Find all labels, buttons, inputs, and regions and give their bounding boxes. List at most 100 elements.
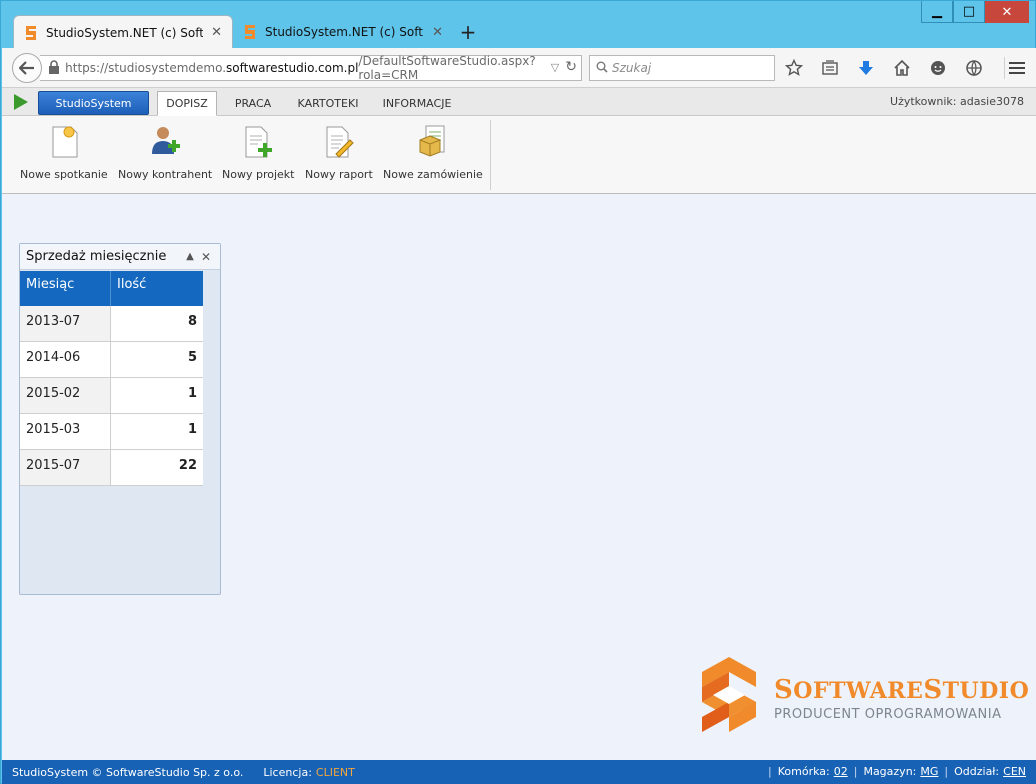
tab-praca[interactable]: PRACA bbox=[224, 91, 282, 116]
column-header-month[interactable]: Miesiąc bbox=[20, 271, 111, 306]
studiosystem-favicon-icon bbox=[243, 24, 257, 40]
current-user-label: Użytkownik: adasie3078 bbox=[890, 95, 1024, 108]
ribbon-button-label: Nowe spotkanie bbox=[20, 168, 108, 181]
month-cell: 2015-03 bbox=[20, 414, 111, 449]
globe-icon[interactable] bbox=[962, 56, 986, 80]
quantity-cell: 22 bbox=[111, 450, 203, 485]
new-order-button[interactable]: Nowe zamówienie bbox=[383, 124, 483, 181]
lock-icon bbox=[48, 59, 61, 77]
widget-title: Sprzedaż miesięcznie bbox=[26, 249, 167, 264]
navigation-bar: https://studiosystemdemo. softwarestudio.… bbox=[2, 48, 1036, 88]
close-window-button[interactable]: ✕ bbox=[985, 1, 1029, 23]
home-icon[interactable] bbox=[890, 56, 914, 80]
studiosystem-favicon-icon bbox=[24, 25, 38, 41]
hamburger-line bbox=[1009, 62, 1025, 64]
new-project-icon bbox=[241, 124, 275, 160]
ribbon-button-label: Nowe zamówienie bbox=[383, 168, 483, 181]
search-placeholder: Szukaj bbox=[612, 61, 652, 75]
warehouse-link[interactable]: MG bbox=[920, 765, 938, 778]
chat-icon[interactable] bbox=[926, 56, 950, 80]
softwarestudio-logo-icon bbox=[702, 657, 756, 732]
tab-dopisz[interactable]: DOPISZ bbox=[157, 91, 217, 116]
quantity-cell: 1 bbox=[111, 378, 203, 413]
url-prefix: https://studiosystemdemo. bbox=[65, 61, 227, 75]
new-order-icon bbox=[416, 124, 450, 160]
search-field[interactable]: Szukaj bbox=[589, 55, 775, 81]
new-meeting-button[interactable]: Nowe spotkanie bbox=[20, 124, 108, 181]
browser-tab-1[interactable]: StudioSystem.NET (c) Soft... ✕ bbox=[13, 15, 233, 49]
search-icon bbox=[596, 61, 608, 76]
ribbon-tab-bar: StudioSystem DOPISZ PRACA KARTOTEKI INFO… bbox=[2, 88, 1036, 116]
logo-subtitle: PRODUCENT OPROGRAMOWANIA bbox=[774, 707, 1002, 722]
table-row[interactable]: 2015-02 1 bbox=[20, 378, 203, 414]
monthly-sales-widget: Sprzedaż miesięcznie ▲ ✕ Miesiąc Ilość 2… bbox=[19, 243, 221, 595]
column-header-qty[interactable]: Ilość bbox=[111, 271, 152, 306]
url-domain: softwarestudio.com.pl bbox=[226, 61, 359, 75]
new-contractor-icon bbox=[148, 124, 182, 160]
status-bar: StudioSystem © SoftwareStudio Sp. z o.o.… bbox=[2, 760, 1036, 784]
table-row[interactable]: 2014-06 5 bbox=[20, 342, 203, 378]
close-tab-icon[interactable]: ✕ bbox=[211, 25, 222, 40]
branch-link[interactable]: CEN bbox=[1003, 765, 1026, 778]
quantity-cell: 5 bbox=[111, 342, 203, 377]
new-contractor-button[interactable]: Nowy kontrahent bbox=[118, 124, 212, 181]
toolbar-icons bbox=[782, 56, 986, 80]
browser-menu-button[interactable] bbox=[1004, 57, 1026, 79]
new-report-icon bbox=[322, 124, 356, 160]
softwarestudio-logo: SOFTWARESTUDIO PRODUCENT OPROGRAMOWANIA bbox=[698, 655, 1029, 735]
month-cell: 2013-07 bbox=[20, 306, 111, 341]
dropdown-arrow-icon[interactable]: ▽ bbox=[551, 61, 559, 74]
month-cell: 2015-07 bbox=[20, 450, 111, 485]
back-button[interactable] bbox=[12, 53, 42, 83]
table-row[interactable]: 2015-03 1 bbox=[20, 414, 203, 450]
url-path: /DefaultSoftwareStudio.aspx?rola=CRM bbox=[358, 54, 536, 82]
tab-informacje[interactable]: INFORMACJE bbox=[374, 91, 460, 116]
cell-label: Komórka: bbox=[777, 765, 830, 778]
quantity-cell: 1 bbox=[111, 414, 203, 449]
new-report-button[interactable]: Nowy raport bbox=[305, 124, 373, 181]
window-controls: ▁ □ ✕ bbox=[921, 1, 1029, 23]
branch-label: Oddział: bbox=[954, 765, 1000, 778]
play-icon[interactable] bbox=[14, 94, 28, 110]
browser-tab-title: StudioSystem.NET (c) Soft... bbox=[46, 25, 204, 40]
minimize-button[interactable]: ▁ bbox=[921, 1, 953, 23]
browser-tab-2[interactable]: StudioSystem.NET (c) Soft... ✕ bbox=[233, 15, 453, 49]
widget-header: Sprzedaż miesięcznie ▲ ✕ bbox=[20, 244, 220, 270]
month-cell: 2015-02 bbox=[20, 378, 111, 413]
hamburger-line bbox=[1009, 72, 1025, 74]
new-tab-button[interactable]: + bbox=[453, 15, 483, 49]
studiosystem-menu-button[interactable]: StudioSystem bbox=[38, 91, 149, 115]
ribbon-button-label: Nowy kontrahent bbox=[118, 168, 213, 181]
application-area: StudioSystem DOPISZ PRACA KARTOTEKI INFO… bbox=[2, 88, 1036, 784]
new-meeting-icon bbox=[47, 124, 81, 160]
license-value: CLIENT bbox=[315, 765, 355, 779]
address-bar[interactable]: https://studiosystemdemo. softwarestudio.… bbox=[40, 54, 582, 82]
close-tab-icon[interactable]: ✕ bbox=[432, 25, 443, 40]
collapse-icon[interactable]: ▲ bbox=[182, 251, 198, 262]
ribbon-button-label: Nowy projekt bbox=[222, 168, 295, 181]
browser-tab-strip: StudioSystem.NET (c) Soft... ✕ StudioSys… bbox=[13, 15, 483, 49]
browser-window: ▁ □ ✕ StudioSystem.NET (c) Soft... ✕ Stu… bbox=[0, 0, 1036, 784]
browser-tab-title: StudioSystem.NET (c) Soft... bbox=[265, 25, 425, 39]
table-row[interactable]: 2013-07 8 bbox=[20, 306, 203, 342]
table-row[interactable]: 2015-07 22 bbox=[20, 450, 203, 486]
close-icon[interactable]: ✕ bbox=[198, 250, 214, 264]
month-cell: 2014-06 bbox=[20, 342, 111, 377]
table-header: Miesiąc Ilość bbox=[20, 271, 203, 306]
cell-link[interactable]: 02 bbox=[834, 765, 848, 778]
bookmark-star-icon[interactable] bbox=[782, 56, 806, 80]
reading-list-icon[interactable] bbox=[818, 56, 842, 80]
copyright-text: StudioSystem © SoftwareStudio Sp. z o.o. bbox=[12, 765, 244, 779]
new-project-button[interactable]: Nowy projekt bbox=[222, 124, 294, 181]
download-icon[interactable] bbox=[854, 56, 878, 80]
warehouse-label: Magazyn: bbox=[863, 765, 917, 778]
quantity-cell: 8 bbox=[111, 306, 203, 341]
reload-icon[interactable]: ↻ bbox=[565, 59, 577, 75]
hamburger-line bbox=[1009, 67, 1025, 69]
ribbon-button-label: Nowy raport bbox=[305, 168, 373, 181]
sales-table: Miesiąc Ilość 2013-07 8 2014-06 5 2015-02 1 20… bbox=[20, 271, 203, 486]
tab-kartoteki[interactable]: KARTOTEKI bbox=[289, 91, 367, 116]
logo-wordmark: SOFTWARESTUDIO bbox=[774, 675, 1030, 705]
maximize-button[interactable]: □ bbox=[953, 1, 985, 23]
ribbon-toolbar: Nowe spotkanie Nowy kontrahent Nowy proj… bbox=[2, 116, 1036, 194]
